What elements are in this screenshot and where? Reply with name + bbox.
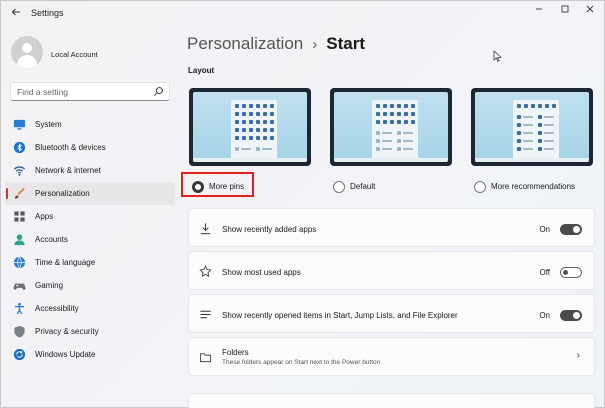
highlight-box — [181, 172, 254, 197]
breadcrumb-separator: › — [312, 36, 318, 53]
chevron-right-icon[interactable]: › — [577, 350, 580, 361]
layout-preview-default[interactable] — [330, 88, 452, 166]
layout-preview-screen — [475, 92, 589, 162]
accessibility-icon — [14, 302, 25, 315]
minimize-icon[interactable] — [528, 4, 550, 20]
layout-preview-screen — [334, 92, 448, 162]
list-icon — [200, 310, 211, 319]
sidebar-item-system[interactable]: System — [5, 113, 175, 136]
sidebar-nav: System Bluetooth & devices Network & int… — [1, 113, 179, 366]
sidebar-item-label: Accounts — [35, 235, 68, 244]
sidebar-item-time-language[interactable]: Time & language — [5, 251, 175, 274]
sidebar-item-label: Time & language — [35, 258, 96, 267]
avatar[interactable] — [11, 36, 43, 68]
setting-row-most-used[interactable]: Show most used apps Off — [188, 251, 595, 290]
toggle-state: On — [539, 311, 550, 320]
shield-icon — [14, 325, 25, 338]
sidebar-item-label: Bluetooth & devices — [35, 143, 106, 152]
sidebar-item-windows-update[interactable]: Windows Update — [5, 343, 175, 366]
breadcrumb: Personalization › Start — [187, 34, 365, 54]
start-menu-preview — [372, 100, 418, 160]
setting-label: Folders — [222, 348, 249, 357]
star-icon — [199, 265, 212, 277]
mouse-pointer-icon — [493, 50, 502, 62]
toggle-switch[interactable] — [560, 224, 582, 235]
start-menu-preview — [231, 100, 277, 160]
sidebar-item-network[interactable]: Network & internet — [5, 159, 175, 182]
gamepad-icon — [13, 283, 26, 290]
sidebar-item-label: Network & internet — [35, 166, 101, 175]
app-title: Settings — [31, 8, 64, 18]
account-name: Local Account — [51, 50, 98, 59]
paintbrush-icon — [14, 187, 25, 199]
radio-more-recommendations[interactable]: More recommendations — [474, 179, 579, 195]
radio-button[interactable] — [333, 181, 345, 193]
bluetooth-icon — [13, 141, 26, 154]
person-icon — [14, 234, 25, 246]
sidebar-item-personalization[interactable]: Personalization — [5, 182, 175, 205]
toggle-state: Off — [539, 268, 550, 277]
setting-label: Show recently added apps — [222, 225, 317, 234]
close-icon[interactable] — [579, 4, 601, 20]
setting-label: Show recently opened items in Start, Jum… — [222, 311, 458, 320]
sidebar-item-accessibility[interactable]: Accessibility — [5, 297, 175, 320]
download-icon — [200, 223, 211, 235]
sidebar-item-label: Windows Update — [35, 350, 96, 359]
setting-row-folders[interactable]: Folders These folders appear on Start ne… — [188, 337, 595, 376]
sidebar-item-gaming[interactable]: Gaming — [5, 274, 175, 297]
setting-row-recently-added[interactable]: Show recently added apps On — [188, 208, 595, 247]
setting-row-partial[interactable] — [188, 393, 595, 408]
maximize-icon[interactable] — [554, 4, 576, 20]
apps-icon — [14, 211, 25, 222]
sidebar-item-label: Privacy & security — [35, 327, 99, 336]
sidebar-item-label: Accessibility — [35, 304, 79, 313]
back-arrow-icon[interactable] — [8, 6, 24, 22]
setting-row-recently-opened[interactable]: Show recently opened items in Start, Jum… — [188, 294, 595, 333]
wifi-icon — [13, 166, 26, 176]
radio-label: Default — [350, 182, 376, 191]
globe-clock-icon — [13, 256, 26, 269]
radio-button[interactable] — [474, 181, 486, 193]
search-placeholder: Find a setting — [17, 87, 69, 97]
settings-window: Settings Local Account Find a setting Sy… — [0, 0, 605, 408]
setting-label: Show most used apps — [222, 268, 301, 277]
layout-preview-screen — [193, 92, 307, 162]
start-menu-preview — [513, 100, 559, 160]
layout-preview-more-pins[interactable] — [189, 88, 311, 166]
avatar-head — [22, 43, 32, 53]
layout-preview-more-recommendations[interactable] — [471, 88, 593, 166]
title-bar: Settings — [1, 1, 604, 27]
sidebar-item-bluetooth[interactable]: Bluetooth & devices — [5, 136, 175, 159]
search-input[interactable]: Find a setting — [10, 82, 170, 101]
toggle-switch[interactable] — [560, 267, 582, 278]
layout-section-label: Layout — [188, 66, 215, 75]
toggle-state: On — [539, 225, 550, 234]
breadcrumb-parent[interactable]: Personalization — [187, 34, 303, 53]
sidebar-item-privacy-security[interactable]: Privacy & security — [5, 320, 175, 343]
folder-icon — [199, 353, 212, 363]
sidebar-item-accounts[interactable]: Accounts — [5, 228, 175, 251]
search-icon[interactable] — [153, 86, 164, 97]
sidebar-item-apps[interactable]: Apps — [5, 205, 175, 228]
sidebar-item-label: Personalization — [35, 189, 90, 198]
toggle-switch[interactable] — [560, 310, 582, 321]
page-title: Start — [326, 34, 365, 53]
monitor-icon — [13, 119, 26, 130]
setting-description: These folders appear on Start next to th… — [222, 359, 381, 366]
sidebar-item-label: Gaming — [35, 281, 64, 290]
radio-default[interactable]: Default — [333, 179, 383, 195]
update-icon — [13, 348, 26, 361]
avatar-body — [17, 55, 37, 68]
radio-label: More recommendations — [491, 182, 576, 191]
sidebar-item-label: System — [35, 120, 62, 129]
sidebar-item-label: Apps — [35, 212, 54, 221]
